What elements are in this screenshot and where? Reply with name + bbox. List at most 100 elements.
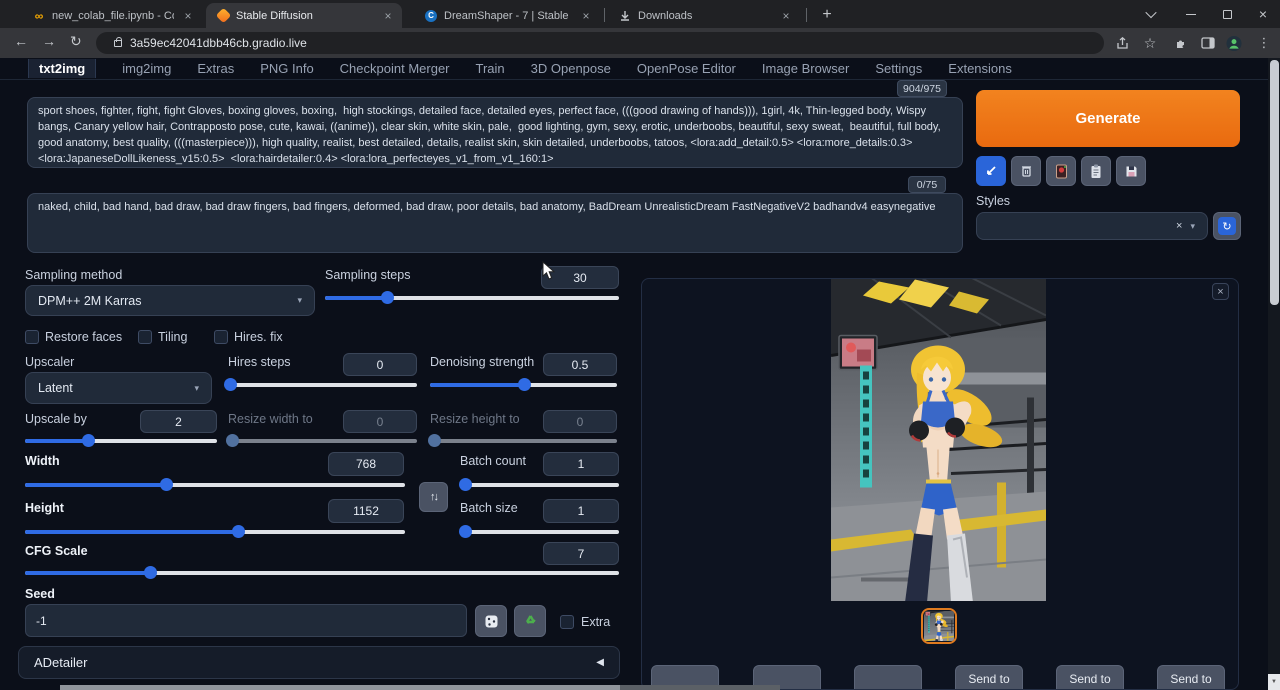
hires-fix-checkbox[interactable] <box>214 330 228 344</box>
tab-close-icon[interactable]: × <box>380 8 396 24</box>
refresh-styles-button[interactable]: ↻ <box>1213 212 1241 240</box>
tab-openpose-editor[interactable]: OpenPose Editor <box>637 59 736 78</box>
send-to-extras-button[interactable]: Send to <box>1157 665 1225 690</box>
generate-button[interactable]: Generate <box>976 90 1240 147</box>
browser-kebab-menu-icon[interactable]: ⋮ <box>1256 35 1272 51</box>
negative-prompt-input[interactable]: naked, child, bad hand, bad draw, bad dr… <box>27 193 963 253</box>
bookmark-star-icon[interactable]: ☆ <box>1142 35 1158 51</box>
slider-handle[interactable] <box>224 378 237 391</box>
tab-title: Stable Diffusion <box>236 10 374 22</box>
batch-size-label: Batch size <box>460 501 518 515</box>
browser-tab-downloads[interactable]: Downloads × <box>608 3 800 28</box>
upscaler-dropdown[interactable]: Latent ▾ <box>25 372 212 404</box>
hires-steps-input[interactable] <box>343 353 417 376</box>
generated-image[interactable] <box>831 279 1046 601</box>
window-minimize-button[interactable] <box>1176 0 1206 28</box>
width-input[interactable] <box>328 452 404 476</box>
batch-size-slider[interactable] <box>460 525 619 539</box>
tab-image-browser[interactable]: Image Browser <box>762 59 849 78</box>
slider-handle[interactable] <box>459 478 472 491</box>
slider-handle[interactable] <box>518 378 531 391</box>
prompt-input[interactable]: sport shoes, fighter, fight, fight Glove… <box>27 97 963 168</box>
height-input[interactable] <box>328 499 404 523</box>
new-tab-button[interactable]: + <box>816 4 838 26</box>
lock-icon <box>114 40 122 47</box>
back-button[interactable]: ← <box>14 33 28 49</box>
upscale-by-input[interactable] <box>140 410 217 433</box>
sampling-method-dropdown[interactable]: DPM++ 2M Karras ▾ <box>25 285 315 316</box>
window-maximize-button[interactable] <box>1212 0 1242 28</box>
seed-input[interactable] <box>25 604 467 637</box>
zip-button[interactable] <box>854 665 922 690</box>
chevron-down-icon: ▾ <box>194 383 199 394</box>
tab-settings[interactable]: Settings <box>875 59 922 78</box>
swap-width-height-icon[interactable]: ↑↓ <box>419 482 448 512</box>
browser-tab-dreamshaper[interactable]: C DreamShaper - 7 | Stable Diffusio × <box>414 3 600 28</box>
tab-train[interactable]: Train <box>476 59 505 78</box>
batch-size-input[interactable] <box>543 499 619 523</box>
tab-img2img[interactable]: img2img <box>122 59 171 78</box>
tab-close-icon[interactable]: × <box>180 8 196 24</box>
random-seed-dice-icon[interactable] <box>475 605 507 637</box>
address-bar[interactable]: 3a59ec42041dbb46cb.gradio.live <box>96 32 1104 54</box>
next-section-partial <box>60 685 620 690</box>
cfg-scale-input[interactable] <box>543 542 619 565</box>
browser-tab-stable-diffusion[interactable]: Stable Diffusion × <box>206 3 402 28</box>
tab-png-info[interactable]: PNG Info <box>260 59 313 78</box>
upscale-by-slider[interactable] <box>25 434 217 448</box>
clear-styles-icon[interactable]: × <box>1176 220 1182 232</box>
height-slider[interactable] <box>25 525 405 539</box>
trash-icon[interactable] <box>1011 156 1041 186</box>
tab-txt2img[interactable]: txt2img <box>28 59 96 78</box>
negative-token-counter: 0/75 <box>908 176 946 193</box>
save-style-icon[interactable] <box>1116 156 1146 186</box>
paste-params-icon[interactable] <box>976 156 1006 186</box>
tab-extensions[interactable]: Extensions <box>948 59 1012 78</box>
batch-count-slider[interactable] <box>460 478 619 492</box>
clipboard-icon[interactable] <box>1081 156 1111 186</box>
scrollbar-down-arrow[interactable]: ▼ <box>1268 674 1280 690</box>
denoising-strength-input[interactable] <box>543 353 617 376</box>
slider-handle[interactable] <box>82 434 95 447</box>
send-to-img2img-button[interactable]: Send to <box>955 665 1023 690</box>
tab-checkpoint-merger[interactable]: Checkpoint Merger <box>340 59 450 78</box>
cfg-scale-slider[interactable] <box>25 566 619 580</box>
tab-3d-openpose[interactable]: 3D Openpose <box>531 59 611 78</box>
window-close-button[interactable]: × <box>1248 0 1278 28</box>
restore-faces-checkbox[interactable] <box>25 330 39 344</box>
side-panel-icon[interactable] <box>1200 35 1216 51</box>
denoising-strength-slider[interactable] <box>430 378 617 392</box>
slider-handle[interactable] <box>144 566 157 579</box>
reuse-seed-recycle-icon[interactable] <box>514 605 546 637</box>
tiling-checkbox[interactable] <box>138 330 152 344</box>
extensions-puzzle-icon[interactable] <box>1172 35 1188 51</box>
slider-handle[interactable] <box>232 525 245 538</box>
width-slider[interactable] <box>25 478 405 492</box>
tab-title: Downloads <box>638 10 772 22</box>
forward-button[interactable]: → <box>42 33 56 49</box>
tiling-label: Tiling <box>158 330 187 344</box>
gallery-close-icon[interactable]: × <box>1212 283 1229 300</box>
profile-avatar[interactable] <box>1226 35 1242 51</box>
tab-close-icon[interactable]: × <box>778 8 794 24</box>
styles-dropdown[interactable]: × ▾ <box>976 212 1208 240</box>
sampling-steps-slider[interactable] <box>325 291 619 305</box>
adetailer-accordion[interactable]: ADetailer ◀ <box>18 646 620 679</box>
browser-tab-colab[interactable]: ∞ new_colab_file.ipynb - Colaborati × <box>22 3 202 28</box>
slider-handle[interactable] <box>381 291 394 304</box>
tab-close-icon[interactable]: × <box>578 8 594 24</box>
share-icon[interactable] <box>1114 35 1130 51</box>
restore-faces-label: Restore faces <box>45 330 122 344</box>
reload-button[interactable]: ↻ <box>70 33 82 50</box>
slider-handle[interactable] <box>459 525 472 538</box>
extra-seed-checkbox[interactable] <box>560 615 574 629</box>
tab-extras[interactable]: Extras <box>197 59 234 78</box>
hires-steps-slider[interactable] <box>228 378 417 392</box>
extra-networks-card-icon[interactable] <box>1046 156 1076 186</box>
slider-handle[interactable] <box>160 478 173 491</box>
batch-count-input[interactable] <box>543 452 619 476</box>
gallery-thumbnail-selected[interactable] <box>921 608 957 644</box>
send-to-inpaint-button[interactable]: Send to <box>1056 665 1124 690</box>
browser-menu-chevron-icon[interactable] <box>1136 0 1166 28</box>
scrollbar-thumb[interactable] <box>1270 60 1279 305</box>
